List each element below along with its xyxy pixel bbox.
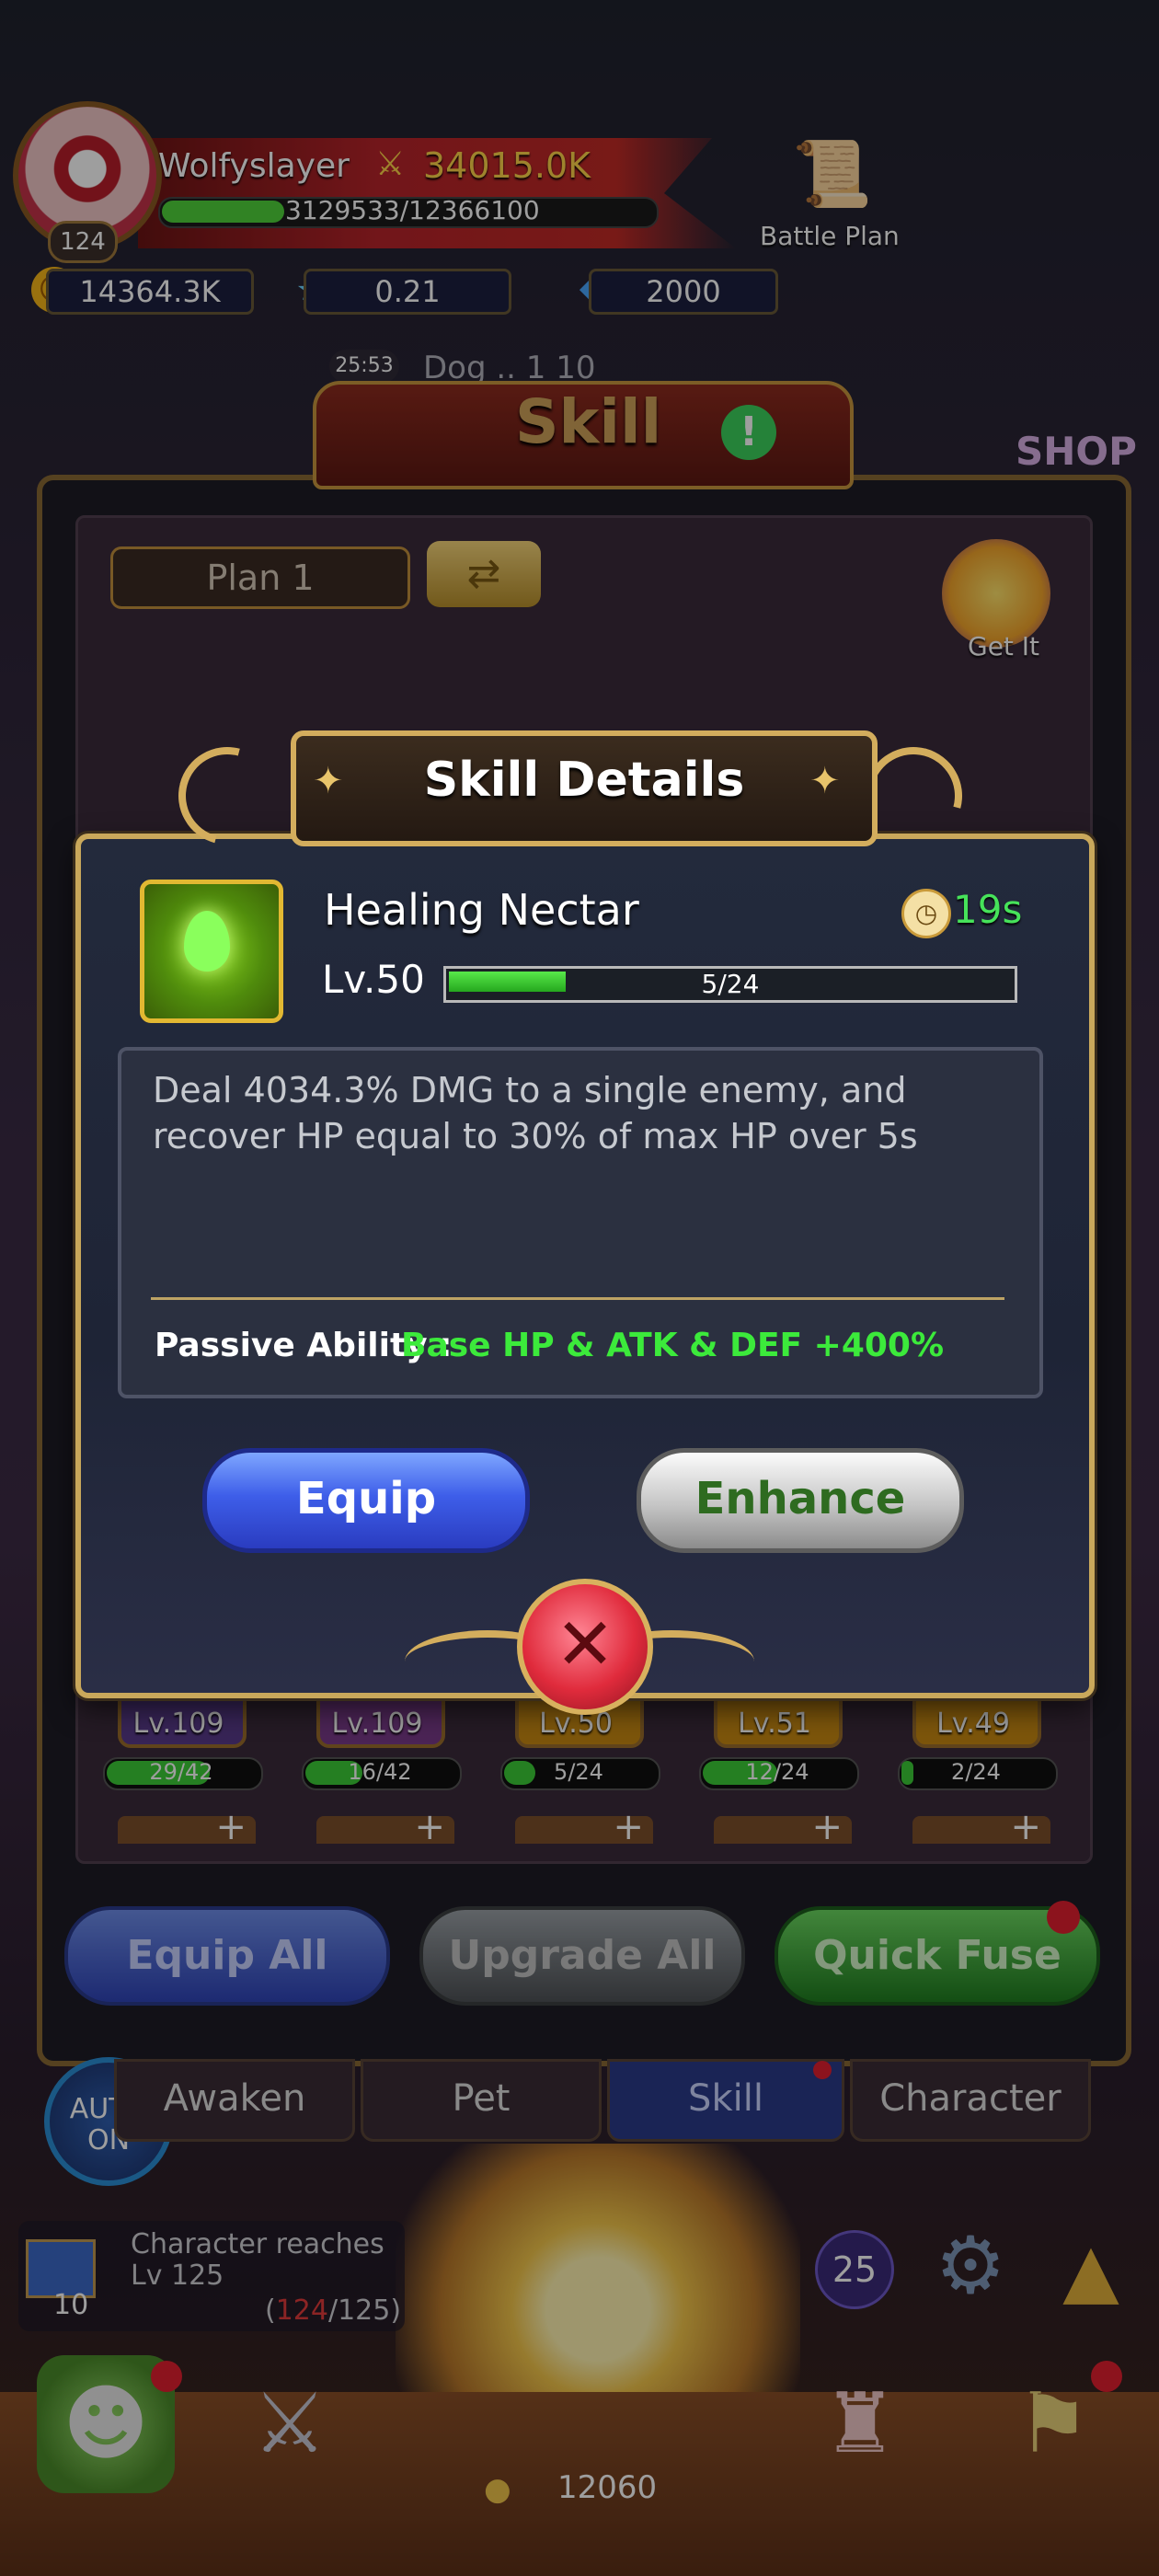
skill-level: Lv.50 — [322, 957, 425, 1002]
skill-level-progress: 5/24 — [701, 969, 760, 999]
divider — [151, 1297, 1004, 1300]
skill-description: Deal 4034.3% DMG to a single enemy, and … — [153, 1070, 918, 1156]
equip-button[interactable]: Equip — [202, 1448, 530, 1553]
enhance-button[interactable]: Enhance — [637, 1448, 964, 1553]
skill-name: Healing Nectar — [324, 885, 639, 935]
passive-ability-value: Base HP & ATK & DEF +400% — [401, 1327, 945, 1364]
dialog-title: Skill Details — [423, 753, 745, 808]
close-icon[interactable]: ✕ — [517, 1579, 653, 1715]
clock-icon: ◷ — [901, 889, 951, 938]
skill-cooldown: 19s — [953, 887, 1023, 932]
